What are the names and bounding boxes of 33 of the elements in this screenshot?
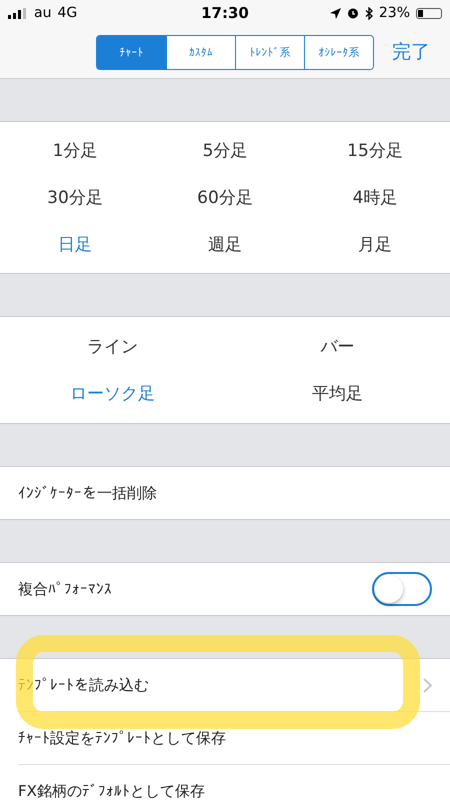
status-time: 17:30 bbox=[201, 4, 249, 22]
timeframe-option[interactable]: 4時足 bbox=[300, 174, 450, 221]
chart-type-option[interactable]: ライン bbox=[0, 323, 225, 370]
segment-tab[interactable]: ﾄﾚﾝﾄﾞ系 bbox=[235, 36, 304, 68]
segment-tab[interactable]: ｶｽﾀﾑ bbox=[166, 36, 235, 68]
location-arrow-icon bbox=[330, 8, 341, 18]
timeframe-option[interactable]: 月足 bbox=[300, 221, 450, 268]
battery-icon bbox=[416, 8, 442, 18]
segment-tab[interactable]: ｵｼﾚｰﾀ系 bbox=[304, 36, 373, 68]
signal-icon bbox=[8, 8, 28, 18]
settings-row-label: 複合ﾊﾟﾌｫｰﾏﾝｽ bbox=[18, 580, 112, 598]
alarm-clock-icon bbox=[346, 7, 359, 19]
timeframe-option[interactable]: 30分足 bbox=[0, 174, 150, 221]
done-button[interactable]: 完了 bbox=[392, 39, 430, 65]
network-label: 4G bbox=[57, 5, 78, 21]
timeframe-option[interactable]: 15分足 bbox=[300, 127, 450, 174]
battery-percent: 23% bbox=[378, 5, 410, 21]
toggle-switch[interactable] bbox=[372, 572, 432, 606]
settings-row-label[interactable]: ｲﾝｼﾞｹｰﾀｰを一括削除 bbox=[18, 484, 157, 502]
bluetooth-icon bbox=[364, 6, 373, 20]
timeframe-option[interactable]: 週足 bbox=[150, 221, 300, 268]
chart-type-option[interactable]: バー bbox=[225, 323, 450, 370]
timeframe-option[interactable]: 日足 bbox=[0, 221, 150, 268]
settings-row-label[interactable]: ﾁｬｰﾄ設定をﾃﾝﾌﾟﾚｰﾄとして保存 bbox=[18, 728, 226, 748]
chevron-right-icon bbox=[423, 678, 432, 692]
chart-type-option[interactable]: ローソク足 bbox=[0, 370, 225, 417]
carrier-label: au bbox=[34, 5, 52, 21]
settings-row-label[interactable]: FX銘柄のﾃﾞﾌｫﾙﾄとして保存 bbox=[18, 782, 205, 800]
segment-tab[interactable]: ﾁｬｰﾄ bbox=[97, 36, 166, 68]
timeframe-option[interactable]: 60分足 bbox=[150, 174, 300, 221]
timeframe-option[interactable]: 5分足 bbox=[150, 127, 300, 174]
timeframe-option[interactable]: 1分足 bbox=[0, 127, 150, 174]
chart-type-option[interactable]: 平均足 bbox=[225, 370, 450, 417]
